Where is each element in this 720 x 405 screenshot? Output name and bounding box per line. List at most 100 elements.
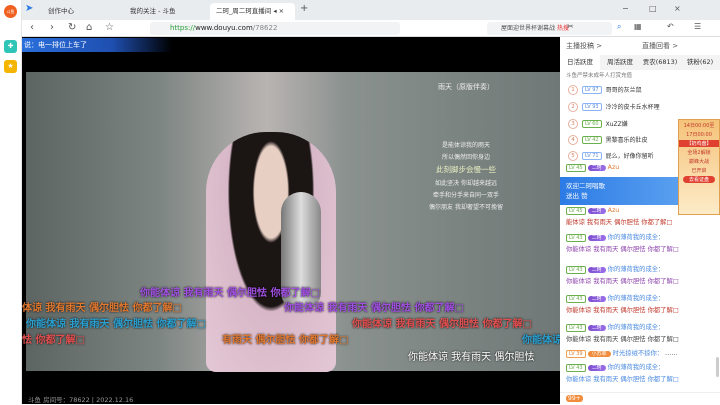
chat-user[interactable]: 你的薄荷我的成全： xyxy=(608,234,665,241)
new-tab-button[interactable]: + xyxy=(300,3,308,14)
fan-badge: 二珂 xyxy=(587,165,606,171)
search-input[interactable]: 屋面迎世界杯谢幕战 热搜 xyxy=(487,22,612,35)
home-icon[interactable]: ⌂ xyxy=(86,22,92,33)
rank-number: 5 xyxy=(568,150,578,161)
rank-item[interactable]: 3 LV 60 XuZZ嫌 xyxy=(568,117,628,130)
zoom-icon[interactable]: ⌕ xyxy=(617,22,621,32)
reload-icon[interactable]: ↻ xyxy=(68,22,76,33)
danmaku: 你能体谅 我有雨天 偶尔胆怯 xyxy=(408,348,534,363)
rank-name: XuZZ嫌 xyxy=(605,121,628,128)
tab-label: 创作中心 xyxy=(48,7,74,15)
danmaku: 你能体谅 我有雨天 偶尔胆怯 你都了解□ xyxy=(284,299,464,314)
rank-number: 3 xyxy=(568,118,578,129)
fan-badge: 二珂 xyxy=(587,267,606,273)
close-button[interactable]: × xyxy=(674,4,681,13)
tab-my-follows[interactable]: 我的关注 - 斗鱼 xyxy=(124,3,210,20)
menu-icon[interactable]: ☰ xyxy=(694,22,701,31)
star-icon[interactable]: ☆ xyxy=(105,22,114,33)
gift-count-badge[interactable]: 99+ xyxy=(566,395,583,402)
chat-user[interactable]: 时光掠绒不掠你： xyxy=(613,350,663,357)
level-badge: LV 43 xyxy=(566,234,586,242)
maximize-button[interactable]: □ xyxy=(649,4,657,13)
forward-icon[interactable]: › xyxy=(50,22,54,33)
chat-text: 能体谅 我有雨天 偶尔胆怯 你都了解□ xyxy=(566,219,673,226)
url-host: www.douyu.com xyxy=(195,24,253,32)
tab-label: 我的关注 - 斗鱼 xyxy=(130,7,176,15)
rank-tabs: 日活跃度 周活跃度 贡农(6813) 铁粉(62) xyxy=(560,55,720,70)
fan-badge: 二珂 xyxy=(587,296,606,302)
chat-user[interactable]: Azu xyxy=(608,207,620,214)
danmaku: 怯 你都了解□ xyxy=(22,331,85,346)
level-badge: LV 43 xyxy=(566,364,586,372)
rank-name: 冷冷的皮卡丘水杯哩 xyxy=(605,104,660,111)
danmaku-text: 有雨天 偶尔胆怯 你都了解□ xyxy=(222,335,349,346)
tab-fans[interactable]: 铁粉(62) xyxy=(680,55,720,70)
chat-user[interactable]: 你的薄荷我的成全： xyxy=(608,324,665,331)
rank-item[interactable]: 4 LV 42 黑黎喜乐的肚皮 xyxy=(568,133,648,146)
browser-home-icon[interactable]: ➤ xyxy=(25,3,33,14)
rank-item[interactable]: 2 LV 93 冷冷的皮卡丘水杯哩 xyxy=(568,100,660,113)
rank-item[interactable]: 1 LV 97 哥哥的灰兰鼠 xyxy=(568,83,642,96)
chat-message: LV 39 小苏菲 时光掠绒不掠你： …… xyxy=(566,348,716,360)
danmaku-text: 怯 你都了解□ xyxy=(22,335,85,346)
chat-scrollbar[interactable] xyxy=(716,357,719,377)
promo-button[interactable]: 去看证盘 xyxy=(683,176,715,183)
video-player[interactable]: 说：电一排位上车了 雨天（原版伴奏） 是能体谅我的雨天 所以偶然回你身边 此刻脚… xyxy=(22,37,560,404)
danmaku: 你能体谅 我有雨天 偶尔胆怯 你都了解□ xyxy=(26,315,206,330)
douyu-logo-icon[interactable]: 斗鱼 xyxy=(4,5,17,18)
chat-user[interactable]: 你的薄荷我的成全： xyxy=(608,364,665,371)
favorite-icon[interactable]: ★ xyxy=(4,60,17,73)
chat-user[interactable]: 你的薄荷我的成全： xyxy=(608,295,665,302)
danmaku: 体谅 我有雨天 偶尔胆怯 你都了解□ xyxy=(22,299,182,314)
promo-ad[interactable]: 14日00:00至 17日00:00 【奶鸡盘】 全场2解锁 巅峰大战 已开启 … xyxy=(678,119,720,215)
lyric-line-current: 此刻脚步会慢一些 xyxy=(436,165,496,174)
lyric-line: 牵手和分手来自同一双手 xyxy=(432,192,499,199)
promo-text: 17日00:00 xyxy=(686,132,712,138)
welcome-subtitle: 送出 赞 xyxy=(566,192,588,200)
level-badge: LV 45 xyxy=(566,164,586,172)
level-badge: LV 71 xyxy=(582,151,602,160)
grid-icon[interactable]: ▦ xyxy=(634,22,642,31)
url-scheme: https:// xyxy=(170,24,196,32)
lyric-line: 是能体谅我的雨天 xyxy=(441,142,490,149)
rank-number: 1 xyxy=(568,84,578,95)
right-panel: 主播投稿 > 直播回看 > 日活跃度 周活跃度 贡农(6813) 铁粉(62) … xyxy=(560,37,720,404)
lyric-line: 所以偶然回你身边 xyxy=(441,154,490,161)
tab-bar: ➤ 创作中心 我的关注 - 斗鱼 二珂_周二珂直播间 ◂ × + − □ × xyxy=(22,0,720,20)
lyric-line: 偶尔朋友 我却奢望不可挽留 xyxy=(429,204,503,211)
rank-number: 4 xyxy=(568,134,578,145)
submissions-link[interactable]: 主播投稿 > xyxy=(566,37,602,55)
chat-user[interactable]: Azu xyxy=(608,164,620,171)
plugin-icon[interactable]: ✚ xyxy=(4,40,17,53)
replay-link[interactable]: 直播回看 > xyxy=(642,37,678,55)
chat-user[interactable]: 你的薄荷我的成全： xyxy=(608,266,665,273)
minor-notice: 斗鱼严禁未成年人打赏充值 xyxy=(566,73,633,79)
promo-text: 【奶鸡盘】 xyxy=(679,140,719,147)
tab-daily[interactable]: 日活跃度 xyxy=(560,55,600,70)
level-badge: LV 43 xyxy=(566,266,586,274)
promo-text: 巅峰大战 xyxy=(688,159,709,165)
minimize-button[interactable]: − xyxy=(622,4,629,13)
chat-text: 你能体谅 我有雨天 偶尔胆怯 你都了解□ xyxy=(566,246,679,253)
tab-weekly[interactable]: 周活跃度 xyxy=(600,55,640,70)
chat-text: 你能体谅 我有雨天 偶尔胆怯 你都了解□ xyxy=(566,278,679,285)
scissors-icon[interactable]: ✂ xyxy=(567,22,574,31)
chat-message: LV 43 二珂 你的薄荷我的成全： 你能体谅 我有雨天 偶尔胆怯 你都了解□ xyxy=(566,232,716,255)
undo-icon[interactable]: ↶ xyxy=(667,22,674,31)
level-badge: LV 39 xyxy=(566,350,586,358)
level-badge: LV 42 xyxy=(582,135,602,144)
welcome-banner: 欢迎二珂唱歌 送出 赞 xyxy=(560,177,680,205)
search-text: 屋面迎世界杯谢幕战 xyxy=(501,25,556,32)
tab-live-room[interactable]: 二珂_周二珂直播间 ◂ × xyxy=(210,3,295,20)
back-icon[interactable]: ‹ xyxy=(30,22,34,33)
danmaku-text: 你能体谅 我有雨天 偶尔胆怯 xyxy=(408,352,535,363)
danmaku-text: 你能体谅 我有雨天 偶尔胆怯 你都了解□ xyxy=(26,319,206,330)
chat-toolbar: 99+ xyxy=(560,392,720,404)
chat-text: 你能体谅 我有雨天 偶尔胆怯 你都了解□ xyxy=(566,307,679,314)
fan-badge: 二珂 xyxy=(587,365,606,371)
tab-nobles[interactable]: 贡农(6813) xyxy=(640,55,680,70)
rank-item[interactable]: 5 LV 71 屁么，好像你留听 xyxy=(568,149,654,162)
danmaku-text: 你能体谅 xyxy=(522,335,560,346)
url-input[interactable]: https://www.douyu.com/78622 xyxy=(150,22,400,35)
rank-number: 2 xyxy=(568,101,578,112)
